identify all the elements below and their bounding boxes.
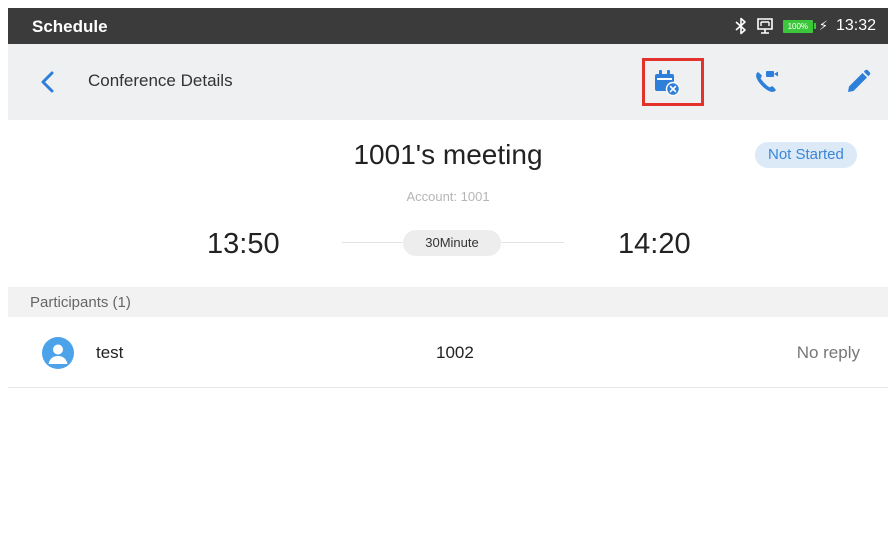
participants-label: Participants (1) — [30, 294, 131, 311]
ethernet-icon — [757, 18, 773, 34]
avatar-icon — [42, 337, 74, 369]
participant-number: 1002 — [436, 343, 474, 362]
battery-icon: 100% ⚡ — [782, 18, 828, 34]
start-time: 13:50 — [207, 228, 280, 260]
screen: Schedule 100% ⚡ 13:32 Conference Details — [8, 8, 888, 559]
participant-row[interactable]: test 1002 No reply — [8, 317, 888, 388]
calendar-cancel-icon — [655, 70, 681, 97]
app-bar: Conference Details — [8, 44, 888, 120]
duration-pill: 30Minute — [403, 230, 501, 256]
status-icons: 100% ⚡ 13:32 — [735, 8, 876, 44]
bluetooth-icon — [735, 17, 746, 35]
video-call-button[interactable] — [748, 64, 784, 100]
pencil-icon — [848, 69, 871, 92]
battery-level: 100% — [782, 19, 813, 33]
cancel-meeting-button[interactable] — [648, 64, 684, 100]
phone-video-icon — [756, 71, 778, 92]
participants-header: Participants (1) — [8, 287, 888, 317]
charging-icon: ⚡ — [818, 18, 828, 33]
edit-button[interactable] — [840, 64, 876, 100]
participant-name: test — [96, 343, 124, 362]
status-badge: Not Started — [755, 142, 857, 168]
end-time: 14:20 — [618, 228, 691, 260]
participant-reply-status: No reply — [796, 343, 860, 362]
page-title: Conference Details — [88, 71, 233, 90]
status-bar: Schedule 100% ⚡ 13:32 — [8, 8, 888, 44]
status-bar-app-title: Schedule — [32, 17, 108, 36]
back-arrow-icon[interactable] — [36, 70, 60, 94]
account-label: Account: 1001 — [406, 189, 490, 204]
status-bar-clock: 13:32 — [835, 17, 876, 34]
